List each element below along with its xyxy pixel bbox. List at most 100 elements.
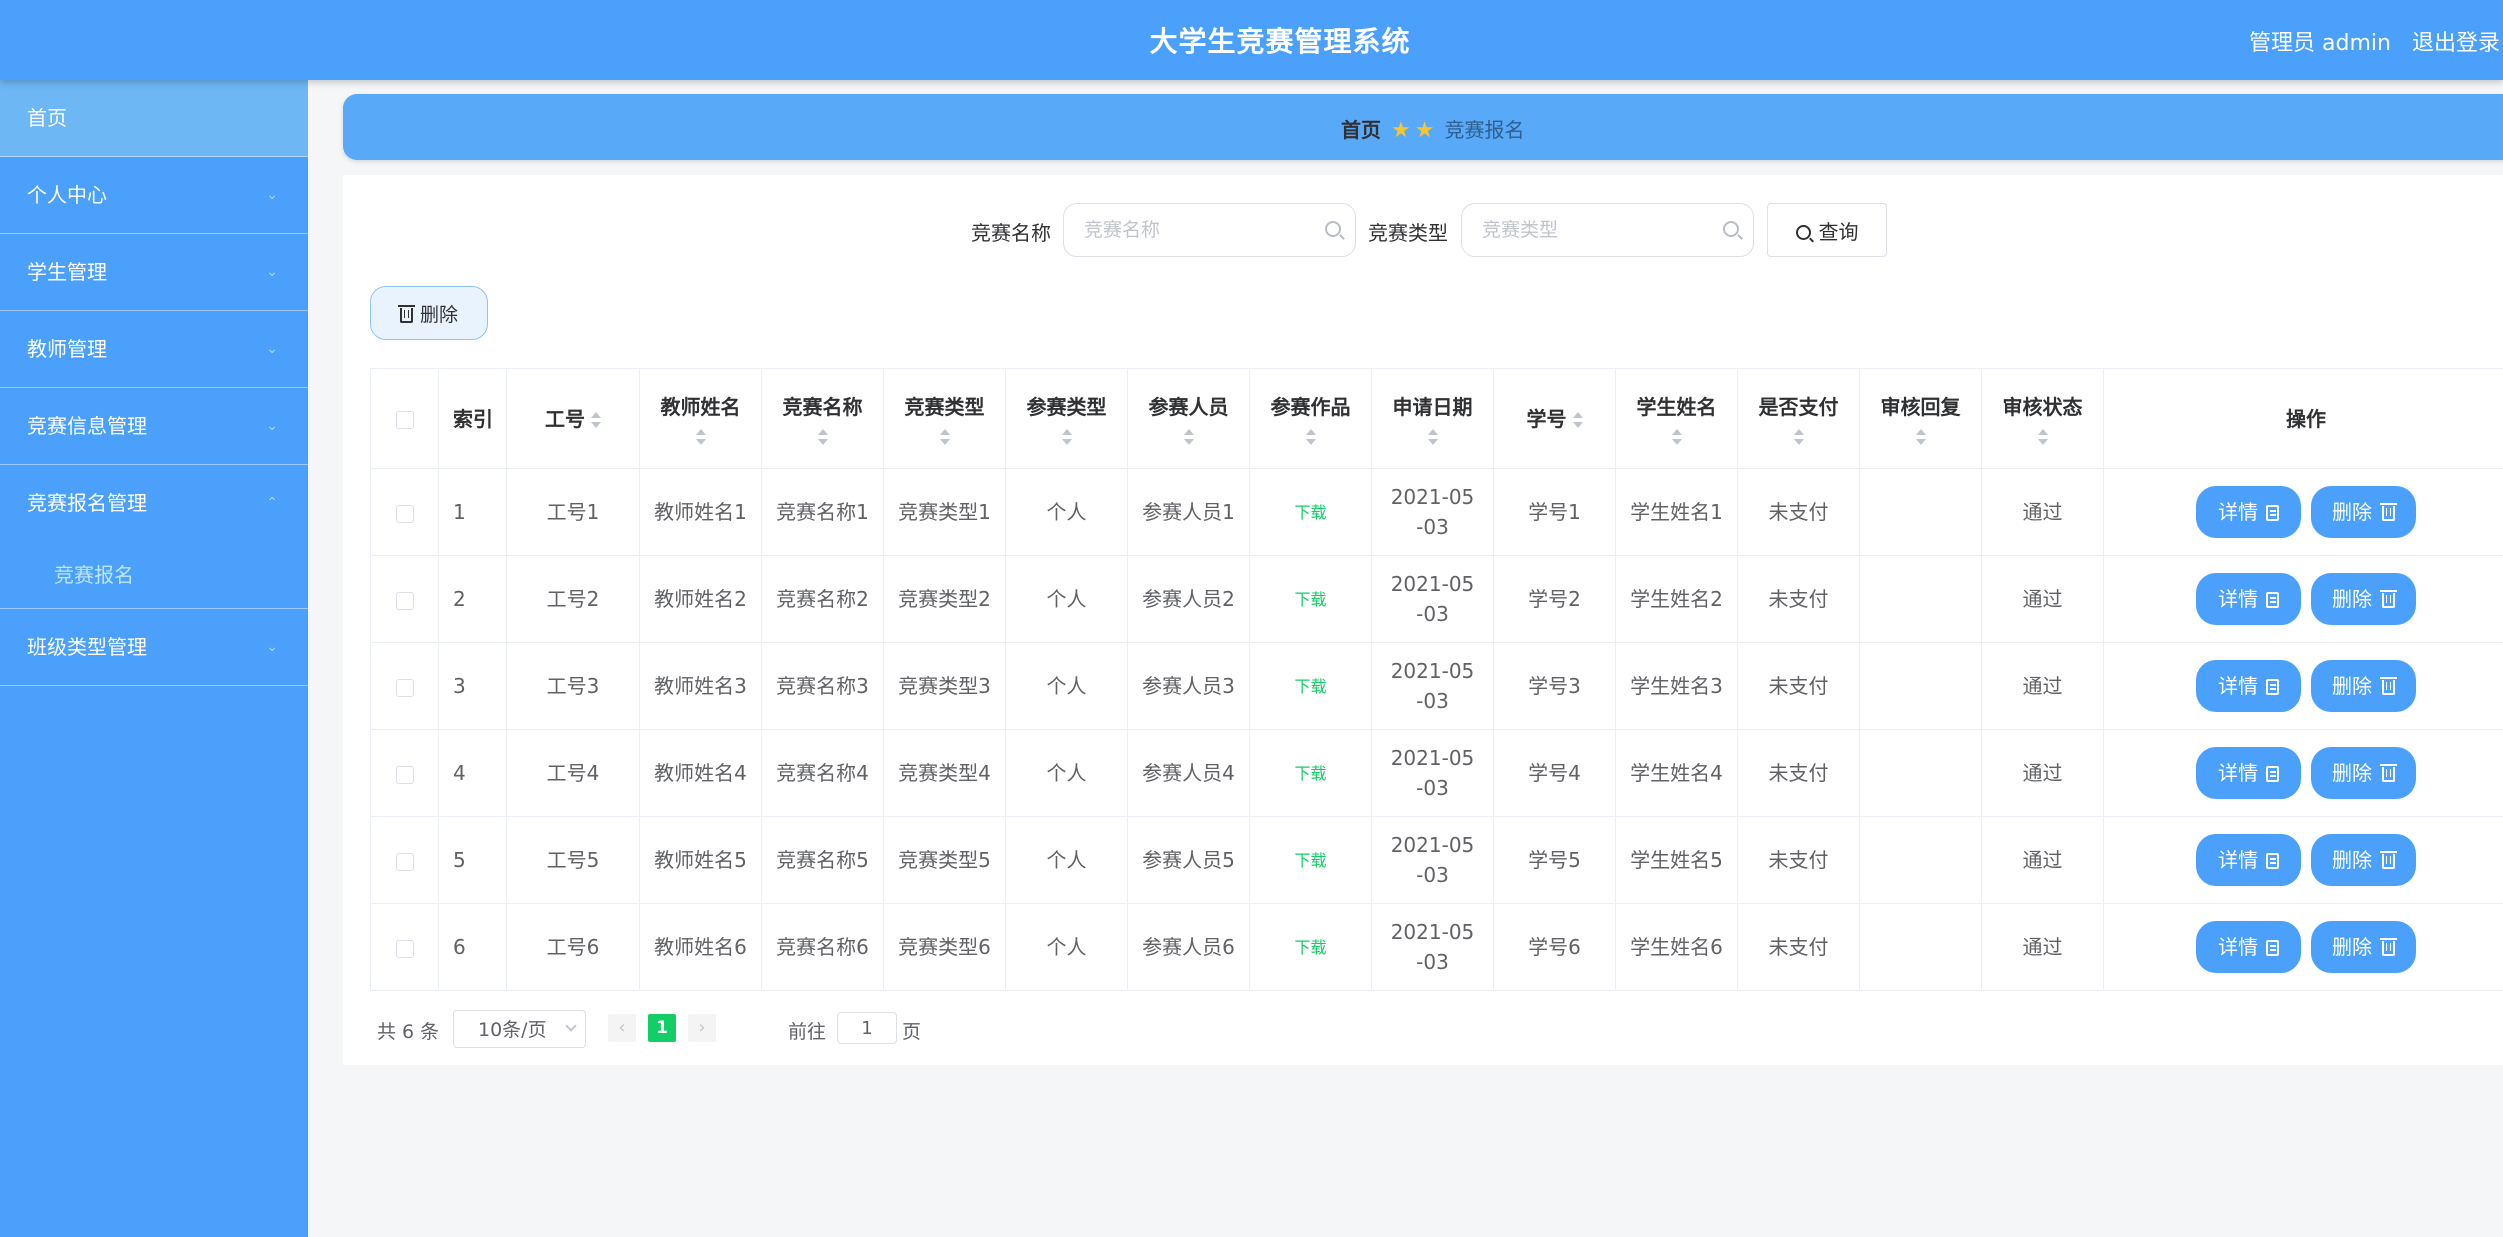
next-page-button[interactable]: › bbox=[688, 1014, 716, 1042]
column-header-student-name[interactable]: 学生姓名 bbox=[1615, 368, 1738, 469]
sort-icon[interactable] bbox=[1915, 428, 1926, 445]
cell-teacher-name: 教师姓名2 bbox=[639, 555, 762, 643]
sidebar-item-home[interactable]: 首页 bbox=[0, 80, 308, 157]
logout-link[interactable]: 退出登录 bbox=[2412, 25, 2500, 57]
competition-name-field[interactable] bbox=[1063, 203, 1356, 257]
chevron-down-icon: ⌄ bbox=[266, 418, 278, 434]
sort-icon[interactable] bbox=[1061, 428, 1072, 445]
apply-date-text: 2021-05-03 bbox=[1390, 746, 1475, 800]
detail-button[interactable]: 详情 bbox=[2196, 486, 2301, 538]
sort-icon[interactable] bbox=[591, 412, 601, 428]
page-size-select[interactable]: 10条/页 bbox=[453, 1010, 586, 1048]
cell-review-status: 通过 bbox=[1981, 729, 2104, 817]
sort-icon[interactable] bbox=[1793, 428, 1804, 445]
column-header-works[interactable]: 参赛作品 bbox=[1249, 368, 1372, 469]
breadcrumb-home[interactable]: 首页 bbox=[1341, 118, 1381, 142]
cell-teacher-name: 教师姓名4 bbox=[639, 729, 762, 817]
delete-button[interactable]: 删除 bbox=[2311, 747, 2416, 799]
sort-icon[interactable] bbox=[2037, 428, 2048, 445]
sidebar-item-class-type[interactable]: 班级类型管理 ⌄ bbox=[0, 609, 308, 686]
sort-icon[interactable] bbox=[817, 428, 828, 445]
sidebar-subitem-registration[interactable]: 竞赛报名 bbox=[0, 542, 308, 609]
goto-page-input[interactable] bbox=[837, 1012, 897, 1044]
column-header-gonghao[interactable]: 工号 bbox=[506, 368, 640, 469]
cell-student-name: 学生姓名3 bbox=[1615, 642, 1738, 730]
column-header-paid[interactable]: 是否支付 bbox=[1737, 368, 1860, 469]
app-title: 大学生竞赛管理系统 bbox=[1149, 25, 1411, 58]
detail-button[interactable]: 详情 bbox=[2196, 921, 2301, 973]
download-link[interactable]: 下载 bbox=[1294, 503, 1326, 522]
row-checkbox[interactable] bbox=[395, 765, 414, 784]
column-header-review-reply[interactable]: 审核回复 bbox=[1859, 368, 1982, 469]
download-link[interactable]: 下载 bbox=[1294, 590, 1326, 609]
column-header-student-no[interactable]: 学号 bbox=[1493, 368, 1616, 469]
delete-button[interactable]: 删除 bbox=[2311, 834, 2416, 886]
sidebar-item-student-management[interactable]: 学生管理 ⌄ bbox=[0, 234, 308, 311]
main-panel: 竞赛名称 竞赛类型 查询 删除 索引 工号 教师姓名 竞赛名称 竞赛类型 参赛类… bbox=[343, 175, 2503, 1065]
sort-icon[interactable] bbox=[1572, 412, 1583, 428]
prev-page-button[interactable]: ‹ bbox=[608, 1014, 636, 1042]
cell-student-name: 学生姓名2 bbox=[1615, 555, 1738, 643]
sort-icon[interactable] bbox=[1671, 428, 1682, 445]
cell-index: 5 bbox=[438, 816, 507, 904]
cell-competition-type: 竞赛类型2 bbox=[883, 555, 1006, 643]
row-checkbox[interactable] bbox=[395, 591, 414, 610]
download-link[interactable]: 下载 bbox=[1294, 764, 1326, 783]
detail-button[interactable]: 详情 bbox=[2196, 834, 2301, 886]
detail-button[interactable]: 详情 bbox=[2196, 660, 2301, 712]
sort-icon[interactable] bbox=[1183, 428, 1194, 445]
column-header-competition-type[interactable]: 竞赛类型 bbox=[883, 368, 1006, 469]
detail-button[interactable]: 详情 bbox=[2196, 573, 2301, 625]
competition-type-field[interactable] bbox=[1461, 203, 1754, 257]
download-link[interactable]: 下载 bbox=[1294, 851, 1326, 870]
search-icon bbox=[1325, 221, 1341, 237]
sort-icon[interactable] bbox=[939, 428, 950, 445]
row-checkbox[interactable] bbox=[395, 939, 414, 958]
search-icon bbox=[1723, 221, 1739, 237]
query-button[interactable]: 查询 bbox=[1767, 203, 1887, 257]
row-select-cell bbox=[370, 468, 439, 556]
delete-button[interactable]: 删除 bbox=[2311, 921, 2416, 973]
batch-delete-button[interactable]: 删除 bbox=[370, 286, 488, 340]
cell-paid: 未支付 bbox=[1737, 903, 1860, 991]
select-all-checkbox[interactable] bbox=[395, 411, 414, 429]
download-link[interactable]: 下载 bbox=[1294, 938, 1326, 957]
cell-works: 下载 bbox=[1249, 903, 1372, 991]
row-select-cell bbox=[370, 555, 439, 643]
cell-join-type: 个人 bbox=[1005, 642, 1128, 730]
column-header-apply-date[interactable]: 申请日期 bbox=[1371, 368, 1494, 469]
cell-student-name: 学生姓名1 bbox=[1615, 468, 1738, 556]
trash-icon bbox=[2380, 677, 2397, 695]
row-select-cell bbox=[370, 729, 439, 817]
sort-icon[interactable] bbox=[1427, 428, 1438, 445]
star-icon: ★ bbox=[1391, 118, 1411, 143]
download-link[interactable]: 下载 bbox=[1294, 677, 1326, 696]
cell-works: 下载 bbox=[1249, 642, 1372, 730]
delete-button[interactable]: 删除 bbox=[2311, 573, 2416, 625]
cell-paid: 未支付 bbox=[1737, 468, 1860, 556]
cell-student-no: 学号4 bbox=[1493, 729, 1616, 817]
sort-icon[interactable] bbox=[695, 428, 706, 445]
apply-date-text: 2021-05-03 bbox=[1390, 920, 1475, 974]
column-header-review-status[interactable]: 审核状态 bbox=[1981, 368, 2104, 469]
column-header-competition-name[interactable]: 竞赛名称 bbox=[761, 368, 884, 469]
column-header-members[interactable]: 参赛人员 bbox=[1127, 368, 1250, 469]
column-header-teacher-name[interactable]: 教师姓名 bbox=[639, 368, 762, 469]
competition-type-input[interactable] bbox=[1482, 204, 1712, 256]
detail-button[interactable]: 详情 bbox=[2196, 747, 2301, 799]
sidebar-item-teacher-management[interactable]: 教师管理 ⌄ bbox=[0, 311, 308, 388]
sidebar-item-personal-center[interactable]: 个人中心 ⌄ bbox=[0, 157, 308, 234]
delete-button[interactable]: 删除 bbox=[2311, 486, 2416, 538]
column-header-join-type[interactable]: 参赛类型 bbox=[1005, 368, 1128, 469]
row-checkbox[interactable] bbox=[395, 678, 414, 697]
row-checkbox[interactable] bbox=[395, 852, 414, 871]
chevron-down-icon: ⌄ bbox=[266, 341, 278, 357]
row-checkbox[interactable] bbox=[395, 504, 414, 523]
sidebar-item-label: 学生管理 bbox=[27, 260, 107, 284]
competition-name-input[interactable] bbox=[1084, 204, 1314, 256]
page-number-current[interactable]: 1 bbox=[648, 1014, 676, 1042]
sidebar-item-registration-management[interactable]: 竞赛报名管理 ⌃ bbox=[0, 465, 308, 542]
delete-button[interactable]: 删除 bbox=[2311, 660, 2416, 712]
sort-icon[interactable] bbox=[1305, 428, 1316, 445]
sidebar-item-competition-info[interactable]: 竞赛信息管理 ⌄ bbox=[0, 388, 308, 465]
